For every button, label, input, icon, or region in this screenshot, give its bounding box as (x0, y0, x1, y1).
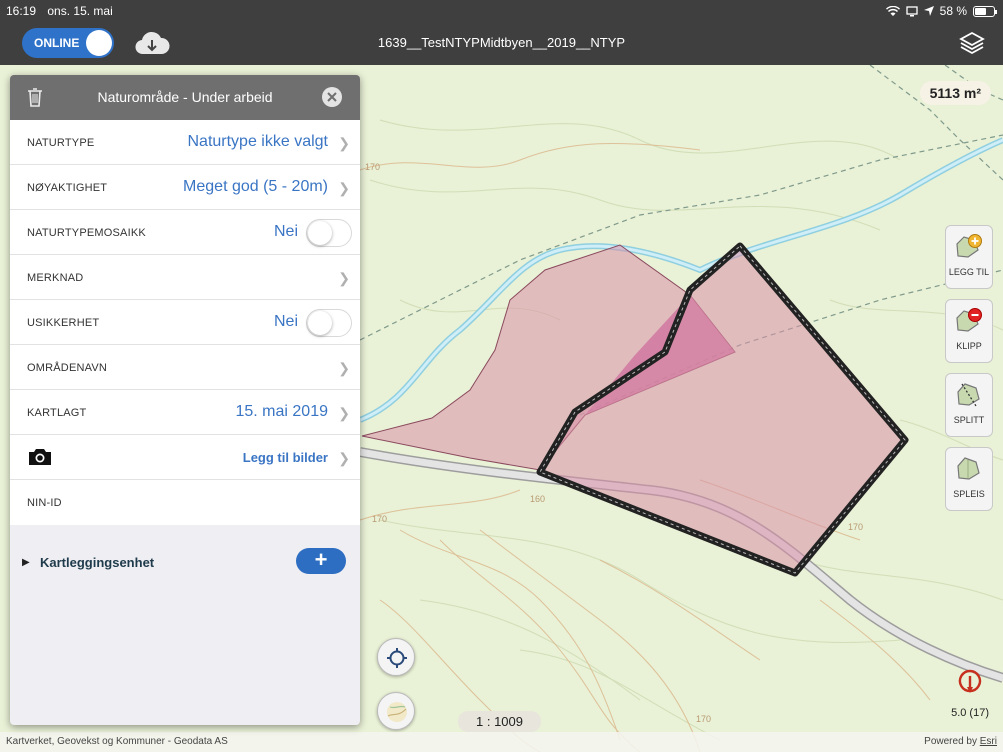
row-usikkerhet: USIKKERHET Nei (10, 300, 360, 345)
map-footer: Kartverket, Geovekst og Kommuner - Geoda… (0, 732, 1003, 752)
gps-accuracy-label: 5.0 (17) (951, 707, 989, 719)
row-label: USIKKERHET (27, 317, 100, 329)
status-date: ons. 15. mai (47, 4, 113, 18)
panel-header: Naturområde - Under arbeid (10, 75, 360, 120)
area-badge: 5113 m² (919, 81, 991, 105)
status-bar: 16:19 ons. 15. mai 58 % (0, 0, 1003, 22)
wifi-icon (885, 5, 900, 16)
crosshair-icon (387, 648, 407, 668)
row-value: Legg til bilder (242, 450, 328, 465)
close-icon (327, 92, 337, 102)
contour-label: 170 (696, 714, 711, 724)
row-value: 15. mai 2019 (235, 403, 328, 420)
gps-accuracy-icon[interactable] (957, 669, 983, 699)
kartleggingsenhet-section[interactable]: ▶ Kartleggingsenhet + (10, 541, 360, 586)
contour-label: 160 (530, 494, 545, 504)
legg-til-label: LEGG TIL (948, 267, 990, 277)
spleis-button[interactable]: SPLEIS (945, 447, 993, 511)
row-label: NATURTYPEMOSAIKK (27, 227, 146, 239)
attribute-list: NATURTYPE Naturtype ikke valgt ❯ NØYAKTI… (10, 120, 360, 525)
naturtypemosaikk-switch[interactable] (306, 219, 352, 247)
chevron-right-icon: ❯ (338, 180, 350, 196)
camera-icon (29, 449, 51, 465)
battery-percent: 58 % (939, 4, 967, 18)
usikkerhet-switch[interactable] (306, 309, 352, 337)
row-value: Nei (273, 223, 298, 240)
row-value: Nei (273, 313, 298, 330)
chevron-right-icon: ❯ (338, 360, 350, 376)
polygon-merge-icon (957, 457, 980, 480)
screen-mirror-icon (905, 5, 918, 16)
status-time: 16:19 (6, 4, 37, 18)
row-value: Naturtype ikke valgt (187, 133, 328, 150)
row-label: NØYAKTIGHET (27, 182, 108, 194)
row-naturtypemosaikk: NATURTYPEMOSAIKK Nei (10, 210, 360, 255)
splitt-button[interactable]: SPLITT (945, 373, 993, 437)
add-kartleggingsenhet-button[interactable]: + (296, 548, 346, 574)
row-kartlagt[interactable]: KARTLAGT 15. mai 2019 ❯ (10, 390, 360, 435)
row-add-photos[interactable]: Legg til bilder ❯ (10, 435, 360, 480)
powered-by[interactable]: Powered by Esri (924, 736, 997, 747)
top-toolbar: ONLINE 1639__TestNTYPMidtbyen__2019__NTY… (0, 22, 1003, 65)
contour-label: 170 (365, 162, 380, 172)
basemap-thumbnail-icon (387, 702, 407, 722)
map-title: 1639__TestNTYPMidtbyen__2019__NTYP (377, 35, 626, 50)
chevron-right-icon: ❯ (338, 405, 350, 421)
klipp-label: KLIPP (956, 341, 982, 351)
chevron-right-icon: ❯ (338, 135, 350, 151)
battery-icon (973, 5, 997, 17)
polygon-split-icon (957, 383, 980, 407)
row-omradenavn[interactable]: OMRÅDENAVN ❯ (10, 345, 360, 390)
row-value: Meget god (5 - 20m) (183, 178, 328, 195)
row-label: KARTLAGT (27, 407, 87, 419)
spleis-label: SPLEIS (953, 489, 985, 499)
legg-til-button[interactable]: LEGG TIL (945, 225, 993, 289)
section-label: Kartleggingsenhet (40, 555, 155, 570)
powered-by-label: Powered by (924, 736, 977, 747)
panel-title: Naturområde - Under arbeid (97, 89, 273, 105)
feature-panel: Naturområde - Under arbeid NATURTYPE Nat… (10, 75, 360, 725)
row-label: NATURTYPE (27, 137, 95, 149)
switch-knob (308, 311, 332, 335)
attribution-text: Kartverket, Geovekst og Kommuner - Geoda… (6, 736, 228, 747)
layers-icon[interactable] (959, 31, 985, 55)
esri-link[interactable]: Esri (980, 736, 997, 747)
row-label: NIN-ID (27, 497, 62, 509)
row-noyaktighet[interactable]: NØYAKTIGHET Meget god (5 - 20m) ❯ (10, 165, 360, 210)
switch-knob (308, 221, 332, 245)
row-label: OMRÅDENAVN (27, 362, 108, 374)
contour-label: 170 (372, 514, 387, 524)
basemap-button[interactable] (377, 692, 415, 730)
row-label: MERKNAD (27, 272, 84, 284)
splitt-label: SPLITT (953, 415, 985, 425)
row-naturtype[interactable]: NATURTYPE Naturtype ikke valgt ❯ (10, 120, 360, 165)
polygon-add-icon (956, 234, 982, 258)
location-arrow-icon (923, 6, 934, 16)
row-nin-id: NIN-ID (10, 480, 360, 525)
row-merknad[interactable]: MERKNAD ❯ (10, 255, 360, 300)
locate-button[interactable] (377, 638, 415, 676)
polygon-cut-icon (956, 308, 982, 332)
disclosure-triangle-icon: ▶ (22, 557, 30, 568)
contour-label: 170 (848, 522, 863, 532)
scale-indicator: 1 : 1009 (458, 711, 541, 732)
klipp-button[interactable]: KLIPP (945, 299, 993, 363)
close-button[interactable] (322, 87, 342, 107)
chevron-right-icon: ❯ (338, 450, 350, 466)
chevron-right-icon: ❯ (338, 270, 350, 286)
